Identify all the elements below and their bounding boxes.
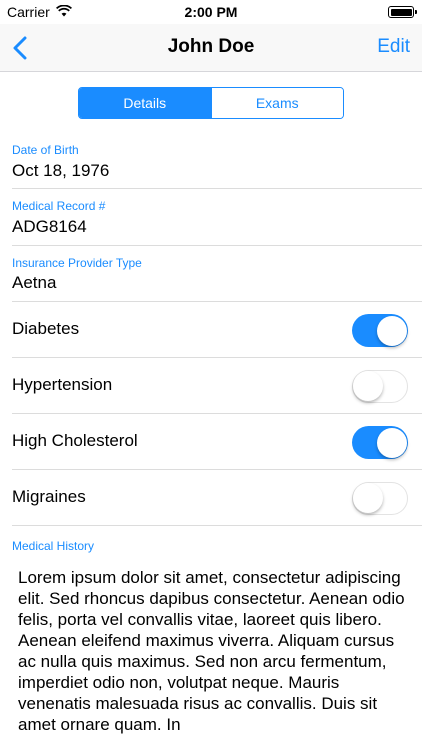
toggle-knob — [353, 371, 383, 401]
diabetes-toggle[interactable] — [352, 314, 408, 347]
battery-level — [390, 8, 412, 16]
toggle-knob — [376, 427, 407, 458]
medical-history-text[interactable]: Lorem ipsum dolor sit amet, consectetur … — [18, 567, 410, 735]
migraines-toggle[interactable] — [352, 482, 408, 515]
tab-details[interactable]: Details — [79, 88, 211, 118]
date-of-birth-value: Oct 18, 1976 — [12, 161, 110, 180]
medical-record-label: Medical Record # — [12, 199, 106, 213]
field-medical-record[interactable]: Medical Record # ADG8164 — [0, 189, 422, 245]
condition-row-migraines: Migraines — [0, 470, 422, 526]
condition-label: Migraines — [12, 487, 86, 506]
page-title: John Doe — [167, 36, 255, 57]
field-date-of-birth[interactable]: Date of Birth Oct 18, 1976 — [0, 132, 422, 188]
condition-row-high-cholesterol: High Cholesterol — [0, 414, 422, 470]
field-insurance-provider[interactable]: Insurance Provider Type Aetna — [0, 246, 422, 302]
navigation-bar: John Doe Edit — [0, 24, 422, 72]
status-bar: Carrier 2:00 PM — [0, 0, 422, 24]
divider — [12, 525, 422, 526]
condition-label: High Cholesterol — [12, 431, 138, 450]
high-cholesterol-toggle[interactable] — [352, 426, 408, 459]
condition-row-diabetes: Diabetes — [0, 302, 422, 358]
segmented-control: Details Exams — [78, 87, 344, 119]
battery-icon — [388, 6, 417, 18]
medical-record-value: ADG8164 — [12, 217, 87, 236]
condition-row-hypertension: Hypertension — [0, 358, 422, 414]
status-time: 2:00 PM — [184, 4, 238, 20]
toggle-knob — [376, 315, 407, 346]
edit-button[interactable]: Edit — [377, 36, 410, 58]
tab-exams[interactable]: Exams — [210, 88, 343, 118]
condition-label: Diabetes — [12, 319, 80, 338]
insurance-provider-label: Insurance Provider Type — [12, 256, 142, 270]
insurance-provider-value: Aetna — [12, 273, 57, 292]
hypertension-toggle[interactable] — [352, 370, 408, 403]
date-of-birth-label: Date of Birth — [12, 143, 79, 157]
condition-label: Hypertension — [12, 375, 113, 394]
medical-history-label: Medical History — [12, 539, 95, 553]
toggle-knob — [353, 483, 383, 513]
